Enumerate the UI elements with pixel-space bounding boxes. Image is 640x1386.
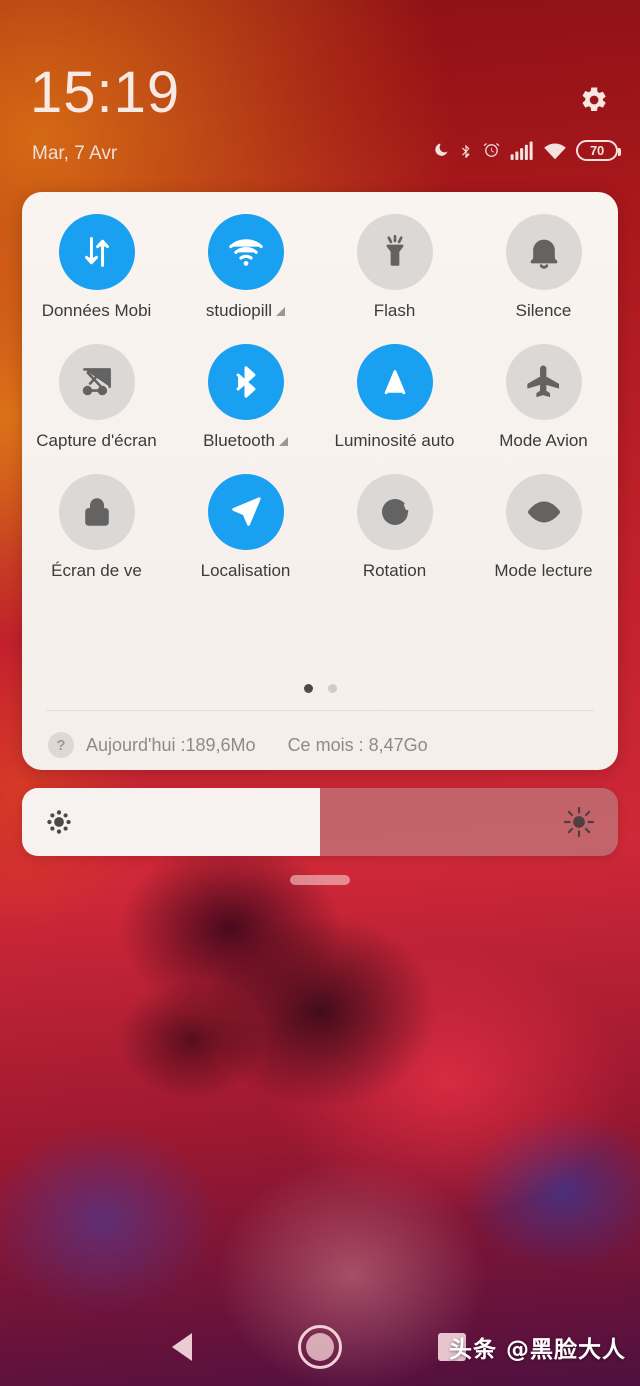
qs-tile-5[interactable]: Capture d'écran xyxy=(22,344,171,451)
qs-tile-label: Mode lecture xyxy=(494,561,592,581)
qs-tile-label: Rotation xyxy=(363,561,426,581)
wifi-icon xyxy=(543,141,567,161)
qs-tile-10[interactable]: Localisation xyxy=(171,474,320,581)
qs-tile-label-text: Données Mobi xyxy=(41,301,152,320)
data-usage-month: Ce mois : 8,47Go xyxy=(287,734,428,755)
qs-tile-label-text: Luminosité auto xyxy=(334,431,455,450)
qs-tile-label: Silence xyxy=(516,301,572,321)
cellular-signal-icon xyxy=(510,141,534,160)
qs-tile-label: Capture d'écran xyxy=(36,431,156,451)
navigation-bar: 头条 @黑脸大人 xyxy=(0,1308,640,1386)
qs-tile-label: Localisation xyxy=(201,561,291,581)
bell-icon[interactable] xyxy=(505,214,582,290)
watermark-text: 头条 @黑脸大人 xyxy=(448,1337,626,1363)
bluetooth-icon[interactable] xyxy=(207,344,284,420)
qs-tile-label-text: Localisation xyxy=(200,561,291,580)
bluetooth-icon xyxy=(459,141,473,161)
alarm-clock-icon xyxy=(482,141,501,160)
auto-brightness-a-icon[interactable] xyxy=(356,344,433,420)
brightness-low-sun-icon xyxy=(46,809,72,835)
brightness-high-sun-icon xyxy=(563,806,595,838)
home-circle-icon[interactable] xyxy=(298,1325,342,1369)
qs-tile-label: Flash xyxy=(374,301,416,321)
page-indicator-dots[interactable] xyxy=(22,684,618,693)
rotation-lock-icon[interactable] xyxy=(356,474,433,550)
page-dot-1[interactable] xyxy=(303,684,313,693)
qs-tile-label-text: Flash xyxy=(373,301,416,320)
flashlight-icon[interactable] xyxy=(356,214,433,290)
qs-tile-label-text: Mode Avion xyxy=(499,431,588,450)
expand-arrow-icon[interactable] xyxy=(276,306,286,316)
quick-settings-panel: Données Mobi studiopill Flash Silence Captur… xyxy=(22,192,618,770)
qs-tile-11[interactable]: Rotation xyxy=(320,474,469,581)
qs-tile-2[interactable]: studiopill xyxy=(171,214,320,321)
page-dot-2[interactable] xyxy=(327,684,337,693)
qs-tile-label: Données Mobi xyxy=(42,301,152,321)
qs-tile-label: Écran de ve xyxy=(51,561,142,581)
qs-tile-label: studiopill xyxy=(205,301,286,321)
qs-tile-label-text: Silence xyxy=(515,301,572,320)
qs-tile-label-text: Rotation xyxy=(362,561,427,580)
panel-drag-handle[interactable] xyxy=(290,875,350,885)
data-usage-today: Aujourd'hui :189,6Mo xyxy=(86,734,256,755)
quick-settings-tile-grid: Données Mobi studiopill Flash Silence Captur… xyxy=(22,214,618,581)
expand-arrow-icon[interactable] xyxy=(278,436,288,446)
back-triangle-icon[interactable] xyxy=(172,1333,192,1361)
mobile-data-arrows-icon[interactable] xyxy=(58,214,135,290)
qs-tile-7[interactable]: Luminosité auto xyxy=(320,344,469,451)
clock-date: Mar, 7 Avr xyxy=(32,143,118,164)
gear-icon xyxy=(579,85,609,120)
screenshot-scissors-icon[interactable] xyxy=(58,344,135,420)
lock-icon[interactable] xyxy=(58,474,135,550)
airplane-icon[interactable] xyxy=(505,344,582,420)
do-not-disturb-moon-icon xyxy=(430,141,450,161)
qs-tile-label-text: Mode lecture xyxy=(494,561,593,580)
qs-tile-9[interactable]: Écran de ve xyxy=(22,474,171,581)
clock-time: 15:19 xyxy=(30,60,181,125)
qs-tile-1[interactable]: Données Mobi xyxy=(22,214,171,321)
qs-tile-label: Luminosité auto xyxy=(334,431,454,451)
qs-tile-label-text: studiopill xyxy=(205,301,273,320)
location-arrow-icon[interactable] xyxy=(207,474,284,550)
status-header: 15:19 Mar, 7 Avr 70 xyxy=(0,0,640,192)
qs-tile-label-text: Capture d'écran xyxy=(36,431,157,450)
battery-indicator: 70 xyxy=(576,140,621,161)
brightness-slider[interactable] xyxy=(22,788,618,856)
wifi-icon[interactable] xyxy=(207,214,284,290)
qs-tile-3[interactable]: Flash xyxy=(320,214,469,321)
qs-tile-label: Mode Avion xyxy=(499,431,588,451)
eye-icon[interactable] xyxy=(505,474,582,550)
qs-tile-label-text: Écran de ve xyxy=(51,561,142,580)
qs-tile-6[interactable]: Bluetooth xyxy=(171,344,320,451)
settings-button[interactable] xyxy=(574,82,614,122)
question-mark-icon[interactable]: ? xyxy=(48,732,74,758)
qs-tile-4[interactable]: Silence xyxy=(469,214,618,321)
qs-tile-label-text: Bluetooth xyxy=(203,431,275,450)
qs-tile-label: Bluetooth xyxy=(203,431,288,451)
panel-divider xyxy=(46,710,594,711)
status-icon-tray: 70 xyxy=(430,140,621,161)
data-usage-row[interactable]: ? Aujourd'hui :189,6Mo Ce mois : 8,47Go xyxy=(48,722,592,768)
qs-tile-8[interactable]: Mode Avion xyxy=(469,344,618,451)
qs-tile-12[interactable]: Mode lecture xyxy=(469,474,618,581)
battery-level-label: 70 xyxy=(589,143,605,158)
